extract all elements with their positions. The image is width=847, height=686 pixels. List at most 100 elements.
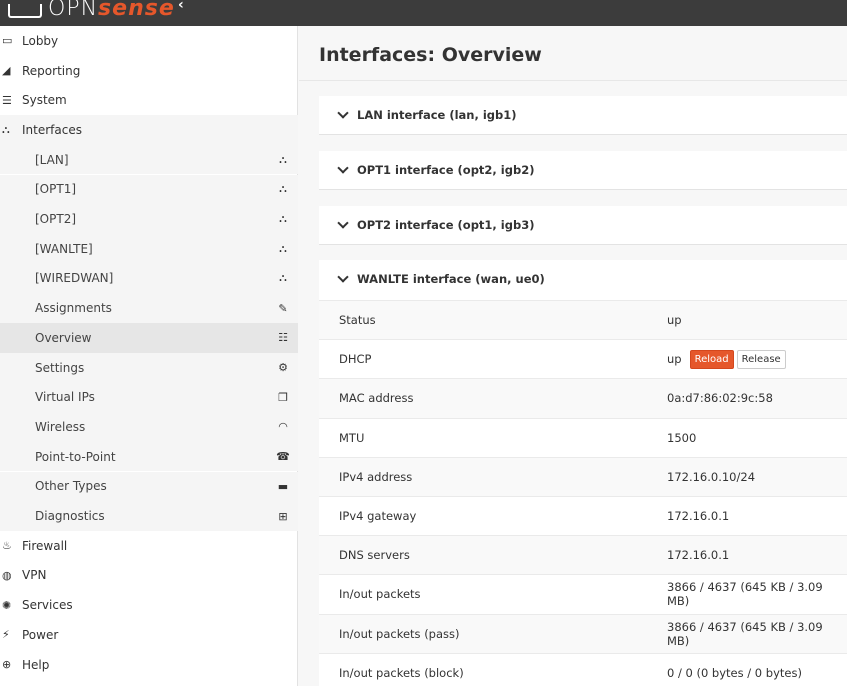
table-row: DNS servers 172.16.0.1: [319, 535, 847, 575]
sidebar-item-label: Power: [22, 627, 59, 642]
row-value: 172.16.0.1: [667, 548, 730, 563]
sidebar-item-label: Interfaces: [22, 122, 82, 137]
panel-opt1-interface: OPT1 interface (opt2, igb2): [319, 151, 847, 190]
sidebar-item-wireless[interactable]: Wireless ◠: [0, 412, 298, 442]
sidebar-item-interfaces[interactable]: ⛬ Interfaces: [0, 115, 298, 145]
sidebar-item-services[interactable]: ✺ Services: [0, 590, 298, 620]
sidebar-item-opt2[interactable]: [OPT2] ⛬: [0, 204, 298, 234]
logo-text-opn: OPN: [48, 0, 99, 21]
table-row: In/out packets (pass) 3866 / 4637 (645 KB…: [319, 613, 847, 653]
row-key: MTU: [339, 430, 365, 445]
row-key: Status: [339, 313, 376, 328]
panel-wanlte-interface: WANLTE interface (wan, ue0) Status up DHC…: [319, 260, 847, 686]
sidebar-item-label: Point-to-Point: [35, 449, 116, 464]
sidebar-item-label: [WANLTE]: [35, 241, 93, 256]
sidebar-item-label: Wireless: [35, 419, 86, 434]
sidebar-item-lan[interactable]: [LAN] ⛬: [0, 144, 298, 175]
sidebar-item-overview[interactable]: Overview ☷: [0, 323, 298, 353]
sidebar-item-firewall[interactable]: ♨ Firewall: [0, 531, 298, 561]
sidebar-item-label: Firewall: [22, 538, 68, 553]
tty-icon: ☎: [276, 450, 290, 464]
chevron-down-icon: [337, 217, 349, 229]
row-key: In/out packets (pass): [339, 626, 460, 641]
sidebar-item-label: Virtual IPs: [35, 390, 95, 405]
list-icon: ☷: [278, 331, 288, 345]
dhcp-status-value: up: [667, 352, 682, 367]
table-row: In/out packets (block) 0 / 0 (0 bytes / 0…: [319, 652, 847, 686]
reload-button[interactable]: Reload: [689, 349, 734, 369]
panel-header-lan[interactable]: LAN interface (lan, igb1): [319, 96, 847, 134]
sidebar-item-label: VPN: [22, 568, 47, 583]
logo-mark-icon: [8, 4, 42, 18]
sidebar-item-label: Settings: [35, 360, 85, 375]
panel-title: OPT1 interface (opt2, igb2): [357, 163, 535, 177]
title-divider: [299, 80, 847, 81]
row-key: IPv4 address: [339, 469, 413, 484]
panel-title: OPT2 interface (opt1, igb3): [357, 218, 535, 232]
table-row: MAC address 0a:d7:86:02:9c:58: [319, 378, 847, 418]
cogs-icon: ⚙: [278, 361, 288, 375]
server-icon: ☰: [2, 93, 12, 107]
row-value: 0 / 0 (0 bytes / 0 bytes): [667, 665, 802, 680]
sidebar-item-lobby[interactable]: ▭ Lobby: [0, 26, 298, 56]
row-key: IPv4 gateway: [339, 509, 417, 524]
panel-lan-interface: LAN interface (lan, igb1): [319, 96, 847, 135]
chevron-down-icon: [337, 107, 349, 119]
row-value: 1500: [667, 430, 697, 445]
sidebar-item-opt1[interactable]: [OPT1] ⛬: [0, 174, 298, 205]
sidebar-item-point-to-point[interactable]: Point-to-Point ☎: [0, 441, 298, 472]
fire-icon: ♨: [2, 539, 12, 553]
sidebar-item-label: Assignments: [35, 301, 112, 316]
sidebar-item-label: Diagnostics: [35, 509, 105, 524]
sidebar-item-label: Overview: [35, 330, 92, 345]
row-value: 0a:d7:86:02:9c:58: [667, 391, 773, 406]
sidebar-item-reporting[interactable]: ◢ Reporting: [0, 56, 298, 86]
sidebar: ▭ Lobby ◢ Reporting ☰ System ⛬ Interfaces [L…: [0, 26, 298, 686]
sidebar-item-wanlte[interactable]: [WANLTE] ⛬: [0, 233, 298, 264]
sidebar-item-virtual-ips[interactable]: Virtual IPs ❐: [0, 382, 298, 413]
sidebar-item-label: [OPT1]: [35, 182, 77, 197]
panel-title: WANLTE interface (wan, ue0): [357, 272, 545, 286]
sitemap-icon: ⛬: [2, 122, 10, 136]
sidebar-item-power[interactable]: ⚡ Power: [0, 620, 298, 650]
row-value: 3866 / 4637 (645 KB / 3.09 MB): [667, 580, 823, 609]
sitemap-icon: ⛬: [279, 152, 287, 166]
row-value: 3866 / 4637 (645 KB / 3.09 MB): [667, 619, 823, 648]
sidebar-item-help[interactable]: ⊕ Help: [0, 650, 298, 680]
sidebar-item-label: Help: [22, 657, 50, 672]
row-value: up Reload Release: [667, 349, 786, 369]
sidebar-item-system[interactable]: ☰ System: [0, 85, 298, 115]
sidebar-item-other-types[interactable]: Other Types ▬: [0, 471, 298, 502]
panel-header-opt1[interactable]: OPT1 interface (opt2, igb2): [319, 151, 847, 189]
panel-header-wanlte[interactable]: WANLTE interface (wan, ue0): [319, 260, 847, 298]
table-row: In/out packets 3866 / 4637 (645 KB / 3.09…: [319, 574, 847, 614]
sidebar-item-label: System: [22, 93, 67, 108]
page-title: Interfaces: Overview: [319, 44, 542, 66]
release-button[interactable]: Release: [736, 349, 786, 369]
sitemap-icon: ⛬: [279, 271, 287, 285]
sidebar-item-label: Services: [22, 598, 73, 613]
sidebar-item-vpn[interactable]: ◍ VPN: [0, 561, 298, 591]
sidebar-item-diagnostics[interactable]: Diagnostics ⊞: [0, 501, 298, 531]
life-ring-icon: ⊕: [2, 658, 12, 672]
row-key: In/out packets (block): [339, 665, 464, 680]
table-row: IPv4 gateway 172.16.0.1: [319, 496, 847, 536]
chevron-down-icon: [337, 271, 349, 283]
sidebar-item-assignments[interactable]: Assignments ✎: [0, 293, 298, 323]
table-row: MTU 1500: [319, 417, 847, 457]
sitemap-icon: ⛬: [279, 212, 287, 226]
main-content: Interfaces: Overview LAN interface (lan,…: [299, 26, 847, 686]
table-row: Status up: [319, 300, 847, 340]
sidebar-item-label: [WIREDWAN]: [35, 271, 114, 286]
sidebar-item-label: Reporting: [22, 63, 81, 78]
table-row: DHCP up Reload Release: [319, 339, 847, 379]
pencil-icon: ✎: [278, 301, 288, 315]
row-value: 172.16.0.10/24: [667, 469, 756, 484]
logo-text-sense: sense: [98, 0, 175, 21]
sidebar-item-label: [LAN]: [35, 152, 69, 167]
opnsense-logo[interactable]: OPNsense: [8, 0, 175, 20]
sidebar-item-settings[interactable]: Settings ⚙: [0, 352, 298, 383]
collapse-sidebar-button[interactable]: ‹: [178, 0, 184, 14]
sidebar-item-wiredwan[interactable]: [WIREDWAN] ⛬: [0, 263, 298, 294]
panel-header-opt2[interactable]: OPT2 interface (opt1, igb3): [319, 206, 847, 244]
